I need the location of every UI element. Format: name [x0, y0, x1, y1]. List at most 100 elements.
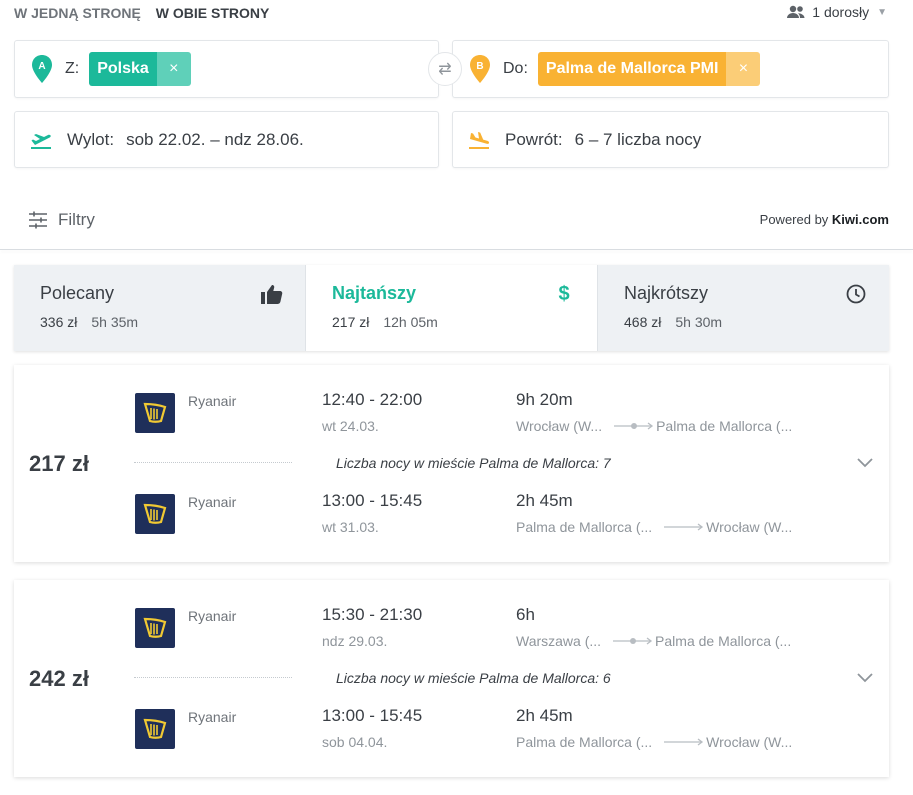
- chevron-down-icon[interactable]: [857, 455, 873, 473]
- route-origin: Warszawa (...: [516, 633, 602, 649]
- tab-title: Polecany: [40, 283, 115, 303]
- result-card[interactable]: 242 zł Ryanair 15:30 - 21:30 ndz 29.03. …: [14, 580, 889, 777]
- route-destination: Palma de Mallorca (...: [656, 418, 793, 434]
- dollar-icon: $: [558, 282, 570, 305]
- tab-meta: 336 zł 5h 35m: [40, 314, 279, 330]
- return-label: Powrót:: [505, 129, 563, 149]
- tab-price: 336 zł: [40, 314, 78, 330]
- tab-duration: 5h 30m: [675, 314, 723, 330]
- tab-duration: 12h 05m: [383, 314, 438, 330]
- ryanair-logo-icon: [135, 709, 175, 749]
- chevron-down-icon[interactable]: [857, 670, 873, 688]
- airline-name: Ryanair: [188, 709, 237, 725]
- airline-name: Ryanair: [188, 608, 237, 624]
- swap-icon: ⇄: [438, 61, 452, 78]
- trip-type-return[interactable]: W OBIE STRONY: [156, 5, 270, 21]
- origin-label: Z:: [65, 60, 80, 77]
- flight-route: Palma de Mallorca (... Wrocław (W...: [516, 734, 792, 750]
- passengers-selector[interactable]: 1 dorosły ▼: [786, 4, 887, 20]
- airline-name: Ryanair: [188, 393, 237, 409]
- nights-info: Liczba nocy w mieście Palma de Mallorca:…: [336, 670, 611, 686]
- return-value: 6 – 7 liczba nocy: [574, 129, 702, 149]
- route-origin: Palma de Mallorca (...: [516, 519, 653, 535]
- passengers-label: 1 dorosły: [812, 4, 870, 20]
- route-origin: Wrocław (W...: [516, 418, 603, 434]
- people-icon: [787, 5, 805, 18]
- powered-by: Powered by Kiwi.com: [760, 212, 889, 227]
- route-stopover-arrow-icon: [613, 637, 653, 645]
- trip-type-selector: W JEDNĄ STRONĘ W OBIE STRONY: [14, 5, 269, 21]
- tab-fastest[interactable]: Najkrótszy 468 zł 5h 30m: [597, 265, 889, 351]
- pin-b-letter: B: [476, 61, 483, 72]
- flight-date: ndz 29.03.: [322, 633, 388, 649]
- outbound-segment: Ryanair 15:30 - 21:30 ndz 29.03. 6h Wars…: [135, 605, 875, 655]
- result-price: 217 zł: [29, 451, 89, 476]
- nights-info: Liczba nocy w mieście Palma de Mallorca:…: [336, 455, 611, 471]
- ryanair-logo-icon: [135, 608, 175, 648]
- flight-times: 12:40 - 22:00: [322, 390, 423, 409]
- outbound-segment: Ryanair 12:40 - 22:00 wt 24.03. 9h 20m W…: [135, 390, 875, 440]
- flight-times: 15:30 - 21:30: [322, 605, 423, 624]
- sort-tabs: Polecany 336 zł 5h 35m Najtańszy 217 zł 12…: [14, 265, 889, 351]
- filters-button[interactable]: Filtry: [28, 210, 95, 230]
- tab-duration: 5h 35m: [91, 314, 139, 330]
- flight-times: 13:00 - 15:45: [322, 706, 423, 725]
- header-divider: [0, 249, 913, 250]
- route-destination: Wrocław (W...: [706, 734, 793, 750]
- flight-duration: 2h 45m: [516, 491, 573, 510]
- price-divider: [134, 677, 292, 678]
- tab-cheapest[interactable]: Najtańszy 217 zł 12h 05m $: [305, 265, 597, 351]
- tab-meta: 217 zł 12h 05m: [332, 314, 571, 330]
- destination-chip: Palma de Mallorca PMI ×: [537, 52, 761, 86]
- remove-origin-button[interactable]: ×: [156, 52, 191, 86]
- origin-chip: Polska ×: [89, 52, 191, 86]
- remove-destination-button[interactable]: ×: [726, 52, 761, 86]
- flight-route: Palma de Mallorca (... Wrocław (W...: [516, 519, 792, 535]
- result-card[interactable]: 217 zł Ryanair 12:40 - 22:00 wt 24.03. 9…: [14, 365, 889, 562]
- result-price: 242 zł: [29, 666, 89, 691]
- pin-a-letter: A: [38, 61, 45, 72]
- map-pin-a-icon: A: [32, 55, 52, 83]
- flight-route: Wrocław (W... Palma de Mallorca (...: [516, 418, 792, 434]
- airline-name: Ryanair: [188, 494, 237, 510]
- powered-by-prefix: Powered by: [759, 212, 832, 227]
- ryanair-logo-icon: [135, 393, 175, 433]
- route-destination: Palma de Mallorca (...: [655, 633, 792, 649]
- price-divider: [134, 462, 292, 463]
- ryanair-logo-icon: [135, 494, 175, 534]
- chevron-down-icon: ▼: [877, 6, 887, 18]
- sliders-icon: [29, 211, 47, 229]
- flight-route: Warszawa (... Palma de Mallorca (...: [516, 633, 791, 649]
- filters-label: Filtry: [58, 210, 95, 229]
- departure-date-field[interactable]: Wylot: sob 22.02. – ndz 28.06.: [14, 111, 439, 168]
- return-date-field[interactable]: Powrót: 6 – 7 liczba nocy: [452, 111, 889, 168]
- tab-price: 468 zł: [624, 314, 662, 330]
- route-arrow-icon: [664, 738, 704, 746]
- inbound-segment: Ryanair 13:00 - 15:45 wt 31.03. 2h 45m P…: [135, 491, 875, 541]
- swap-button[interactable]: ⇄: [428, 52, 462, 86]
- tab-recommended[interactable]: Polecany 336 zł 5h 35m: [14, 265, 305, 351]
- clock-icon: [845, 283, 867, 305]
- kiwi-brand[interactable]: Kiwi.com: [832, 212, 889, 227]
- destination-field[interactable]: B Do: Palma de Mallorca PMI ×: [452, 40, 889, 98]
- trip-type-one-way[interactable]: W JEDNĄ STRONĘ: [14, 5, 141, 21]
- map-pin-b-icon: B: [470, 55, 490, 83]
- destination-label: Do:: [503, 60, 528, 77]
- tab-title: Najkrótszy: [624, 283, 709, 303]
- inbound-segment: Ryanair 13:00 - 15:45 sob 04.04. 2h 45m …: [135, 706, 875, 756]
- departure-value: sob 22.02. – ndz 28.06.: [126, 129, 304, 149]
- flight-date: wt 24.03.: [322, 418, 379, 434]
- tab-meta: 468 zł 5h 30m: [624, 314, 863, 330]
- flight-date: wt 31.03.: [322, 519, 379, 535]
- flight-times: 13:00 - 15:45: [322, 491, 423, 510]
- landing-icon: [469, 131, 490, 149]
- flight-date: sob 04.04.: [322, 734, 388, 750]
- thumbs-up-icon: [261, 283, 283, 305]
- origin-chip-label: Polska: [89, 52, 157, 86]
- departure-label: Wylot:: [67, 129, 115, 149]
- flight-duration: 2h 45m: [516, 706, 573, 725]
- route-arrow-icon: [664, 523, 704, 531]
- route-stopover-arrow-icon: [614, 422, 654, 430]
- origin-field[interactable]: A Z: Polska ×: [14, 40, 439, 98]
- flight-duration: 6h: [516, 605, 535, 624]
